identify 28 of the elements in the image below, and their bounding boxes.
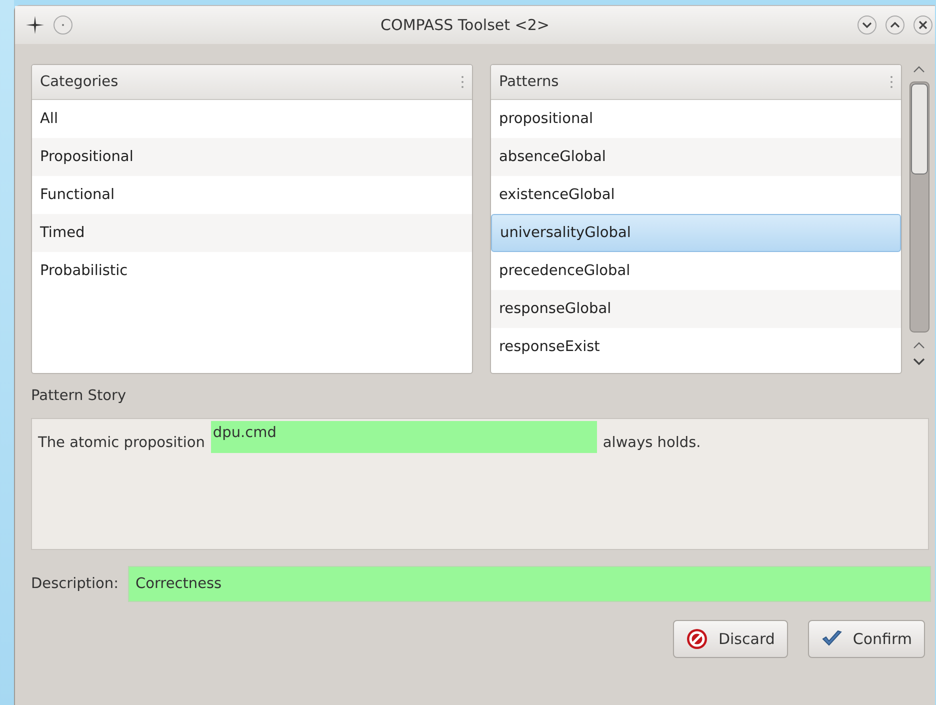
field-label: Description: xyxy=(31,576,118,592)
list-item[interactable]: responseExist xyxy=(491,328,901,366)
proposition-field[interactable]: dpu.cmd xyxy=(210,421,597,453)
list-item[interactable]: propositional xyxy=(491,100,901,138)
story-text: always holds. xyxy=(602,435,701,451)
discard-button[interactable]: Discard xyxy=(673,620,788,658)
section-label: Pattern Story xyxy=(31,388,128,404)
grip-icon xyxy=(890,75,893,89)
list-item[interactable]: existenceGlobal xyxy=(491,176,901,214)
list-item[interactable]: universalityGlobal xyxy=(491,214,901,252)
list-item[interactable]: Probabilistic xyxy=(32,252,472,290)
list-item[interactable]: responseGlobal xyxy=(491,290,901,328)
no-entry-icon xyxy=(686,628,708,650)
minimize-button[interactable] xyxy=(857,15,877,35)
list-item[interactable]: Propositional xyxy=(32,138,472,176)
maximize-button[interactable] xyxy=(885,15,905,35)
list-item[interactable]: precedenceGlobal xyxy=(491,252,901,290)
window-title: COMPASS Toolset <2> xyxy=(380,16,550,34)
list-item[interactable]: Functional xyxy=(32,176,472,214)
list-item[interactable]: absenceGlobal xyxy=(491,138,901,176)
story-text: The atomic proposition xyxy=(38,435,205,451)
list-item[interactable]: All xyxy=(32,100,472,138)
grip-icon xyxy=(461,75,464,89)
list-item[interactable]: Timed xyxy=(32,214,472,252)
close-button[interactable] xyxy=(913,15,933,35)
description-field[interactable]: Correctness xyxy=(128,566,931,602)
confirm-button[interactable]: Confirm xyxy=(808,620,925,658)
compass-star-icon xyxy=(25,15,45,35)
